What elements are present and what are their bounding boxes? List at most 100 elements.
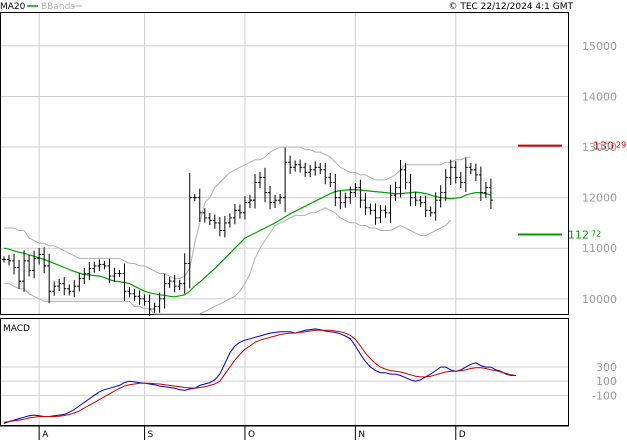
price-bar (323, 162, 328, 185)
price-bar (453, 161, 458, 184)
macd-panel-title: MACD (3, 324, 30, 334)
price-bar (258, 171, 262, 189)
price-bar (212, 214, 217, 229)
x-axis-ticks: ASOND (38, 426, 466, 440)
price-bar (137, 290, 142, 305)
price-bar (408, 173, 413, 207)
price-bar (288, 155, 293, 174)
price-bar (413, 191, 418, 206)
price-bar (37, 248, 42, 265)
price-bar (488, 178, 493, 210)
price-y-tick-label: 11000 (582, 242, 617, 255)
price-bar (293, 160, 298, 172)
price-bar (423, 195, 428, 218)
price-y-tick-label: 10000 (582, 293, 617, 306)
bollinger-lower-band (4, 207, 452, 315)
price-bar (463, 157, 468, 193)
macd-series (3, 328, 516, 425)
price-bar (72, 280, 77, 298)
price-bar (207, 213, 212, 226)
price-bar (12, 253, 17, 275)
price-bar (338, 191, 343, 210)
price-bar (283, 147, 288, 213)
price-bar (483, 181, 488, 199)
signal-series (3, 329, 517, 423)
price-bar (102, 260, 107, 270)
price-bar (92, 261, 97, 273)
price-bar (383, 205, 388, 218)
price-bar (177, 279, 182, 290)
price-bar (458, 171, 463, 189)
macd-y-tick-label: 300 (596, 361, 617, 374)
price-bar (403, 162, 408, 190)
x-tick-label: D (459, 430, 466, 440)
price-bar (32, 250, 37, 279)
price-y-tick-label: 13000 (582, 141, 617, 154)
support-label: 112 72 (568, 228, 601, 241)
price-bar (7, 254, 12, 266)
price-bar (378, 204, 383, 224)
bbands-legend-label: BBands (41, 2, 75, 12)
macd-y-tick-label: -100 (592, 389, 617, 402)
price-bar (343, 192, 348, 208)
chart-canvas: 130 29112 72 10000 11000 12000 13000 14000 1500… (0, 2, 626, 440)
price-bar (363, 192, 368, 216)
price-bar (17, 259, 22, 289)
price-bar (97, 259, 102, 271)
price-bar (87, 261, 92, 281)
price-bar (448, 159, 453, 185)
ma20-series (3, 189, 492, 298)
price-bar (117, 269, 122, 278)
price-bar (273, 194, 278, 209)
price-bar (428, 206, 433, 217)
price-bar (303, 162, 308, 177)
price-bar (57, 278, 62, 291)
copyright-notice: © TEC 22/12/2024 4:1 GMT (448, 2, 573, 12)
price-bar (217, 217, 222, 237)
price-bar (82, 267, 87, 285)
price-bar (227, 213, 232, 228)
price-bar (308, 165, 313, 178)
price-bar (247, 194, 252, 209)
price-levels: 130 29112 72 (518, 140, 626, 241)
price-bar (167, 276, 172, 288)
price-bar (162, 274, 167, 309)
price-bar (147, 294, 152, 316)
macd-y-ticks: 300100-100 (592, 361, 617, 402)
price-bar (112, 267, 117, 282)
price-bar (192, 194, 197, 202)
price-bar (358, 179, 363, 209)
price-y-tick-label: 15000 (582, 40, 617, 53)
price-bar (368, 203, 373, 215)
price-bar (232, 203, 237, 225)
price-bar (152, 302, 157, 313)
ma-legend-label: MA20 (0, 2, 26, 12)
price-bar (328, 172, 333, 188)
price-bar (388, 184, 393, 224)
price-bar (373, 203, 378, 225)
x-tick-label: N (358, 430, 365, 440)
price-bar (333, 173, 338, 207)
price-bar (142, 294, 147, 306)
price-bar (263, 167, 268, 203)
price-bar (27, 254, 32, 277)
price-bar (22, 250, 27, 292)
price-bar (242, 196, 247, 220)
price-bar (2, 256, 6, 263)
price-bars (2, 147, 493, 316)
price-bar (468, 162, 473, 175)
x-tick-label: O (248, 430, 255, 440)
price-bar (52, 281, 57, 296)
price-panel-frame (0, 12, 569, 315)
price-bar (237, 204, 242, 219)
price-bar (318, 162, 323, 175)
price-bar (67, 284, 72, 296)
macd-panel-frame (0, 318, 569, 426)
price-bar (222, 216, 227, 238)
price-y-tick-label: 14000 (582, 90, 617, 103)
price-bar (438, 185, 443, 208)
price-bar (313, 161, 318, 176)
price-bar (252, 174, 257, 209)
price-bar (127, 287, 132, 298)
price-bar (398, 159, 403, 198)
